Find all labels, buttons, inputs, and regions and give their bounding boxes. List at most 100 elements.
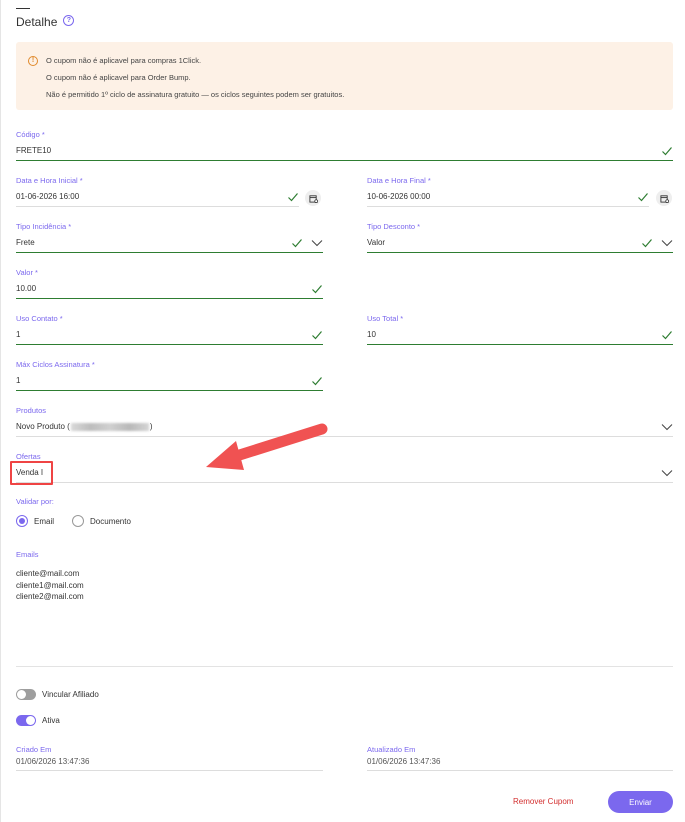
left-border <box>0 0 1 822</box>
uso-total-value: 10 <box>367 330 376 339</box>
uso-contato-label: Uso Contato * <box>16 314 63 323</box>
codigo-input[interactable]: FRETE10 <box>16 141 673 161</box>
vincular-afiliado-toggle[interactable]: Vincular Afiliado <box>16 689 99 700</box>
produtos-select[interactable]: Novo Produto () <box>16 417 673 437</box>
section-divider <box>16 666 673 667</box>
codigo-field: Código * FRETE10 <box>16 130 673 161</box>
chevron-down-icon <box>661 239 673 246</box>
uso-total-field: Uso Total * 10 <box>367 314 673 345</box>
validar-radio-group: Email Documento <box>16 515 141 527</box>
produtos-field: Produtos Novo Produto () <box>16 406 673 437</box>
uso-contato-field: Uso Contato * 1 <box>16 314 323 345</box>
uso-contato-input[interactable]: 1 <box>16 325 323 345</box>
toggle-switch-on[interactable] <box>16 715 36 726</box>
alert-line-2: O cupom não é aplicavel para Order Bump. <box>46 73 191 82</box>
tipo-desconto-select[interactable]: Valor <box>367 233 673 253</box>
produtos-label: Produtos <box>16 406 47 415</box>
ofertas-field: Ofertas Venda I <box>16 452 673 483</box>
tipo-incidencia-select[interactable]: Frete <box>16 233 323 253</box>
data-inicial-label: Data e Hora Inicial * <box>16 176 83 185</box>
radio-email-label: Email <box>34 516 55 526</box>
data-inicial-input[interactable]: 01-06-2026 16:00 <box>16 187 299 207</box>
max-ciclos-field: Máx Ciclos Assinatura * 1 <box>16 360 323 391</box>
check-icon <box>642 238 652 247</box>
atualizado-em-value: 01/06/2026 13:47:36 <box>367 757 673 771</box>
data-inicial-field: Data e Hora Inicial * 01-06-2026 16:00 <box>16 176 299 207</box>
data-final-input[interactable]: 10-06-2026 00:00 <box>367 187 649 207</box>
radio-email[interactable]: Email <box>16 515 54 527</box>
tipo-incidencia-field: Tipo Incidência * Frete <box>16 222 323 253</box>
valor-value: 10.00 <box>16 284 37 293</box>
page-title: Detalhe <box>16 15 58 29</box>
warning-circle-icon: ! <box>28 55 38 66</box>
check-icon <box>662 330 672 339</box>
tipo-desconto-label: Tipo Desconto * <box>367 222 421 231</box>
max-ciclos-label: Máx Ciclos Assinatura * <box>16 360 95 369</box>
max-ciclos-value: 1 <box>16 376 21 385</box>
ofertas-value: Venda I <box>16 468 44 477</box>
atualizado-em-field: Atualizado Em 01/06/2026 13:47:36 <box>367 745 673 771</box>
check-icon <box>662 146 672 155</box>
radio-unselected-icon <box>72 515 85 527</box>
submit-button[interactable]: Enviar <box>608 791 673 813</box>
valor-input[interactable]: 10.00 <box>16 279 323 299</box>
emails-label: Emails <box>16 550 39 559</box>
ofertas-label: Ofertas <box>16 452 41 461</box>
max-ciclos-input[interactable]: 1 <box>16 371 323 391</box>
alert-line-1: O cupom não é aplicavel para compras 1Cl… <box>46 56 202 65</box>
tipo-desconto-value: Valor <box>367 238 386 247</box>
radio-selected-icon <box>16 515 28 527</box>
data-final-label: Data e Hora Final * <box>367 176 431 185</box>
ofertas-select[interactable]: Venda I <box>16 463 673 483</box>
toggle-switch-off[interactable] <box>16 689 36 700</box>
check-icon <box>312 330 322 339</box>
warning-alert: ! O cupom não é aplicavel para compras 1… <box>16 42 673 110</box>
uso-total-label: Uso Total * <box>367 314 404 323</box>
codigo-label: Código * <box>16 130 45 139</box>
tipo-incidencia-value: Frete <box>16 238 35 247</box>
criado-em-field: Criado Em 01/06/2026 13:47:36 <box>16 745 323 771</box>
check-icon <box>288 192 298 201</box>
valor-field: Valor * 10.00 <box>16 268 323 299</box>
radio-documento[interactable]: Documento <box>72 515 131 527</box>
email-item: cliente2@mail.com <box>16 592 84 601</box>
chevron-down-icon <box>661 423 673 430</box>
criado-em-value: 01/06/2026 13:47:36 <box>16 757 323 771</box>
check-icon <box>312 376 322 385</box>
ativa-label: Ativa <box>42 716 60 725</box>
atualizado-em-label: Atualizado Em <box>367 745 416 754</box>
calendar-icon[interactable] <box>305 190 321 206</box>
check-icon <box>638 192 648 201</box>
title-accent-bar <box>16 8 30 9</box>
validar-label: Validar por: <box>16 497 54 506</box>
uso-contato-value: 1 <box>16 330 21 339</box>
email-item: cliente@mail.com <box>16 569 80 578</box>
data-inicial-value: 01-06-2026 16:00 <box>16 192 80 201</box>
annotation-highlight-box <box>10 461 53 485</box>
tipo-desconto-field: Tipo Desconto * Valor <box>367 222 673 253</box>
data-final-value: 10-06-2026 00:00 <box>367 192 431 201</box>
emails-list[interactable]: cliente@mail.com cliente1@mail.com clien… <box>16 568 84 603</box>
tipo-incidencia-label: Tipo Incidência * <box>16 222 72 231</box>
data-final-field: Data e Hora Final * 10-06-2026 00:00 <box>367 176 649 207</box>
redacted-product-id <box>70 422 149 431</box>
radio-documento-label: Documento <box>90 516 131 526</box>
criado-em-label: Criado Em <box>16 745 52 754</box>
section-header: Detalhe ? <box>16 8 75 29</box>
alert-line-3: Não é permitido 1º ciclo de assinatura g… <box>46 90 345 99</box>
vincular-afiliado-label: Vincular Afiliado <box>42 690 99 699</box>
chevron-down-icon <box>661 469 673 476</box>
ativa-toggle[interactable]: Ativa <box>16 715 60 726</box>
calendar-icon[interactable] <box>656 190 672 206</box>
produtos-value-suffix: ) <box>149 422 153 431</box>
check-icon <box>292 238 302 247</box>
produtos-value-prefix: Novo Produto ( <box>16 422 70 431</box>
check-icon <box>312 284 322 293</box>
codigo-value: FRETE10 <box>16 146 52 155</box>
email-item: cliente1@mail.com <box>16 580 84 590</box>
uso-total-input[interactable]: 10 <box>367 325 673 345</box>
remove-coupon-button[interactable]: Remover Cupom <box>513 797 573 806</box>
valor-label: Valor * <box>16 268 38 277</box>
question-circle-icon[interactable]: ? <box>63 14 75 26</box>
chevron-down-icon <box>311 239 323 246</box>
